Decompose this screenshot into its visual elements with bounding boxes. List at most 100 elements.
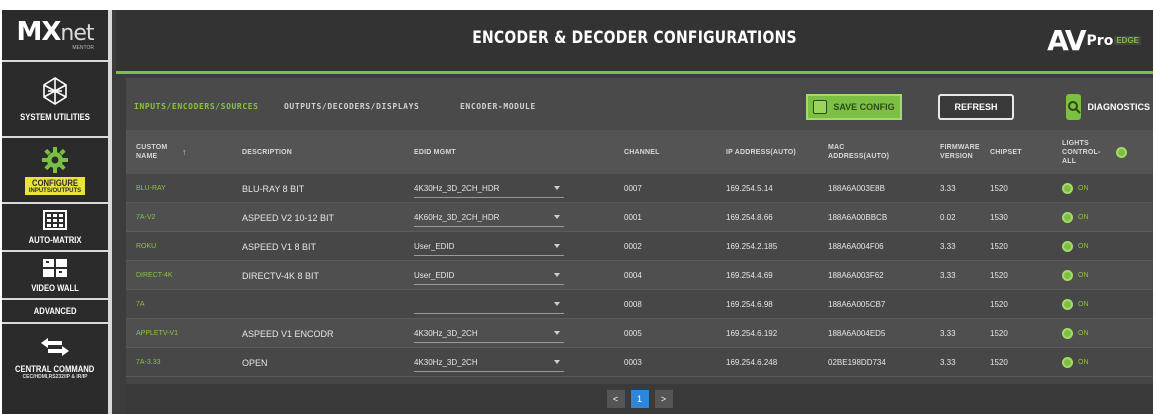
diagnostics-button[interactable]: DIAGNOSTICS: [1066, 94, 1150, 120]
edid-select[interactable]: 4K60Hz_3D_2CH_HDR: [414, 208, 564, 227]
light-toggle[interactable]: ON: [1062, 319, 1089, 348]
encoder-table: CUSTOM NAME ↑ DESCRIPTION EDID MGMT CHAN…: [126, 130, 1153, 377]
sidebar-item-label: ADVANCED: [33, 306, 77, 316]
chevron-down-icon: [554, 302, 560, 306]
table-row: ROKU ASPEED V1 8 BIT User_EDID 0002 169.…: [126, 232, 1153, 261]
tab-inputs-encoders-sources[interactable]: INPUTS/ENCODERS/SOURCES: [134, 102, 259, 111]
cell-firmware: 3.33: [940, 329, 956, 338]
column-header-edid: EDID MGMT: [414, 148, 456, 156]
light-toggle[interactable]: ON: [1062, 348, 1089, 377]
cell-channel: 0001: [624, 213, 642, 222]
column-header-mac: MAC ADDRESS(AUTO): [828, 144, 890, 160]
cell-channel: 0003: [624, 358, 642, 367]
grid-icon: [43, 209, 67, 230]
light-toggle[interactable]: ON: [1062, 261, 1089, 290]
brand-edge: EDGE: [1114, 36, 1141, 45]
cell-description[interactable]: ASPEED V1 8 BIT: [242, 232, 316, 261]
page-title: ENCODER & DECODER CONFIGURATIONS: [472, 28, 797, 48]
edid-select-value: 4K30Hz_3D_2CH_HDR: [414, 183, 500, 193]
edid-select[interactable]: [414, 295, 564, 314]
chevron-down-icon: [554, 331, 560, 335]
brand-av: AV: [1047, 24, 1086, 57]
search-icon: [1066, 94, 1082, 120]
chevron-down-icon: [554, 186, 560, 190]
led-icon: [1116, 146, 1127, 158]
sidebar-item-system-utilities[interactable]: SYSTEM UTILITIES: [2, 62, 108, 138]
led-icon: [1062, 299, 1073, 310]
refresh-button[interactable]: REFRESH: [938, 94, 1014, 120]
sidebar-item-sublabel: CEC/HDMI,RS232/IP & IR/IP: [22, 374, 88, 380]
cell-chipset: 1520: [990, 184, 1008, 193]
save-icon: [813, 100, 828, 114]
tab-outputs-decoders-displays[interactable]: OUTPUTS/DECODERS/DISPLAYS: [284, 102, 419, 111]
cell-custom-name[interactable]: 7A: [136, 290, 145, 319]
cell-custom-name[interactable]: ROKU: [136, 232, 156, 261]
cell-custom-name[interactable]: 7A-3.33: [136, 348, 161, 377]
logo-subtext: MENTOR: [72, 45, 94, 51]
cell-chipset: 1520: [990, 300, 1008, 309]
sort-arrow-up-icon[interactable]: ↑: [182, 147, 187, 157]
main-panel: INPUTS/ENCODERS/SOURCES OUTPUTS/DECODERS…: [126, 78, 1153, 414]
cell-firmware: 3.33: [940, 271, 956, 280]
edid-select[interactable]: 4K30Hz_3D_2CH: [414, 353, 564, 372]
sidebar-item-label: VIDEO WALL: [31, 282, 79, 293]
cell-ip-address: 169.254.6.192: [726, 329, 778, 338]
lights-all-toggle[interactable]: [1116, 130, 1132, 174]
led-icon: [1062, 183, 1073, 194]
toolbar: INPUTS/ENCODERS/SOURCES OUTPUTS/DECODERS…: [126, 78, 1153, 130]
sidebar-item-video-wall[interactable]: VIDEO WALL: [2, 252, 108, 300]
led-icon: [1062, 241, 1073, 252]
cell-firmware: 3.33: [940, 242, 956, 251]
sidebar-item-advanced[interactable]: ADVANCED: [2, 300, 108, 324]
cell-custom-name[interactable]: DIRECT-4K: [136, 261, 173, 290]
light-toggle[interactable]: ON: [1062, 203, 1089, 232]
sidebar-item-label: CENTRAL COMMAND: [15, 364, 95, 374]
cell-ip-address: 169.254.4.69: [726, 271, 773, 280]
sidebar-item-auto-matrix[interactable]: AUTO-MATRIX: [2, 204, 108, 252]
logo-text-thin: net: [60, 21, 94, 46]
sidebar-item-label: CONFIGURE: [32, 178, 78, 188]
cell-mac-address: 188A6A00BBCB: [828, 213, 888, 222]
configure-highlight: CONFIGURE INPUTS/OUTPUTS: [25, 177, 85, 195]
light-toggle[interactable]: ON: [1062, 174, 1089, 203]
cell-chipset: 1530: [990, 213, 1008, 222]
cell-channel: 0005: [624, 329, 642, 338]
edid-select[interactable]: User_EDID: [414, 266, 564, 285]
light-state-label: ON: [1078, 272, 1089, 279]
cell-custom-name[interactable]: 7A-V2: [136, 203, 155, 232]
edid-select-value: 4K60Hz_3D_2CH_HDR: [414, 212, 500, 222]
cell-description[interactable]: ASPEED V1 ENCODR: [242, 319, 334, 348]
cell-description[interactable]: DIRECTV-4K 8 BIT: [242, 261, 319, 290]
table-body: BLU-RAY BLU-RAY 8 BIT 4K30Hz_3D_2CH_HDR …: [126, 174, 1153, 377]
light-state-label: ON: [1078, 330, 1089, 337]
light-toggle[interactable]: ON: [1062, 290, 1089, 319]
cell-ip-address: 169.254.6.248: [726, 358, 778, 367]
cell-description[interactable]: ASPEED V2 10-12 BIT: [242, 203, 334, 232]
edid-select[interactable]: 4K30Hz_3D_2CH: [414, 324, 564, 343]
light-state-label: ON: [1078, 243, 1089, 250]
edid-select[interactable]: 4K30Hz_3D_2CH_HDR: [414, 179, 564, 198]
prev-page-button[interactable]: <: [606, 390, 625, 408]
cell-description[interactable]: BLU-RAY 8 BIT: [242, 174, 304, 203]
edid-select[interactable]: User_EDID: [414, 237, 564, 256]
cell-description[interactable]: OPEN: [242, 348, 268, 377]
led-icon: [1062, 328, 1073, 339]
cell-channel: 0007: [624, 184, 642, 193]
table-row: APPLETV-V1 ASPEED V1 ENCODR 4K30Hz_3D_2C…: [126, 319, 1153, 348]
save-config-button[interactable]: SAVE CONFIG: [806, 94, 902, 120]
sidebar-item-central-command[interactable]: CENTRAL COMMAND CEC/HDMI,RS232/IP & IR/I…: [2, 324, 108, 392]
column-header-custom-name[interactable]: CUSTOM NAME ↑: [136, 130, 196, 174]
cell-custom-name[interactable]: BLU-RAY: [136, 174, 166, 203]
led-icon: [1062, 270, 1073, 281]
next-page-button[interactable]: >: [654, 390, 673, 408]
light-state-label: ON: [1078, 185, 1089, 192]
light-state-label: ON: [1078, 301, 1089, 308]
cell-mac-address: 188A6A004ED5: [828, 329, 886, 338]
cell-chipset: 1520: [990, 271, 1008, 280]
diagnostics-label: DIAGNOSTICS: [1087, 102, 1150, 112]
sidebar-item-configure[interactable]: CONFIGURE INPUTS/OUTPUTS: [2, 138, 108, 204]
light-toggle[interactable]: ON: [1062, 232, 1089, 261]
tab-encoder-module[interactable]: ENCODER-MODULE: [460, 102, 536, 111]
page-1-button[interactable]: 1: [630, 390, 649, 408]
cell-custom-name[interactable]: APPLETV-V1: [136, 319, 178, 348]
